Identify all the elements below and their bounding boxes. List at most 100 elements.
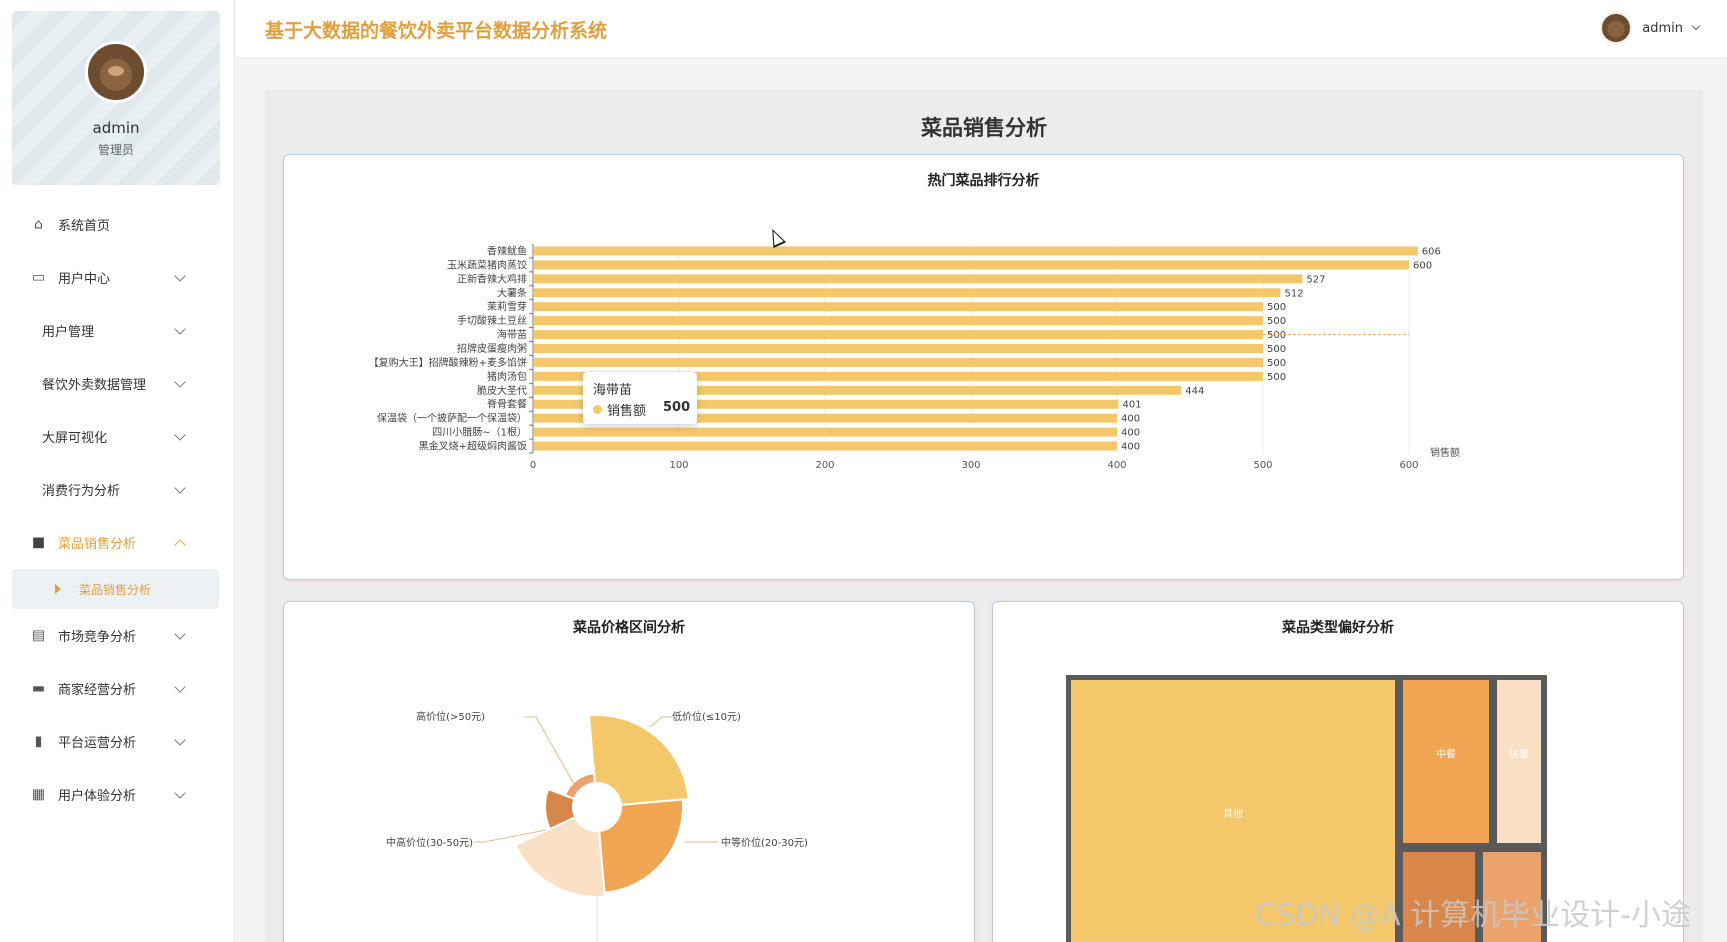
slice-label: 低价位(≤10元) [672, 710, 741, 723]
chevron-down-icon [174, 428, 186, 441]
chevron-down-icon [174, 680, 186, 693]
pie-slice [587, 714, 690, 806]
bar [534, 344, 1263, 353]
y-tick-label: 大薯条 [497, 286, 527, 299]
sidebar-item-platform[interactable]: ▮ 平台运营分析 [0, 715, 235, 768]
data-label: 444 [1185, 386, 1204, 397]
treemap-label: 中餐 [1436, 748, 1456, 761]
data-label: 500 [1267, 344, 1286, 355]
watermark: CSDN @A 计算机毕业设计-小途 [1255, 898, 1691, 933]
y-tick-label: 脆皮大圣代 [477, 384, 527, 397]
app-title: 基于大数据的餐饮外卖平台数据分析系统 [265, 20, 608, 42]
sidebar-item-data-management[interactable]: 餐饮外卖数据管理 [0, 357, 235, 410]
avatar[interactable] [1600, 12, 1633, 44]
y-tick-label: 玉米蔬菜猪肉蒸饺 [447, 258, 527, 271]
caret-right-icon [55, 584, 61, 594]
x-tick-label: 300 [961, 460, 980, 471]
x-tick-label: 100 [669, 460, 688, 471]
x-tick-label: 0 [530, 460, 536, 471]
label-leader-line [649, 716, 672, 728]
bar [534, 316, 1263, 326]
grid-icon: ▦ [31, 786, 46, 803]
sidebar-item-label: 系统首页 [58, 219, 111, 234]
chevron-down-icon [1691, 21, 1701, 31]
y-tick-label: 招牌皮蛋瘦肉粥 [457, 342, 527, 355]
treemap-label: 快餐 [1509, 748, 1529, 761]
data-label: 400 [1121, 414, 1140, 425]
sidebar-item-label: 市场竞争分析 [58, 630, 137, 645]
sidebar-item-big-screen[interactable]: 大屏可视化 [0, 410, 235, 463]
sidebar-item-label: 用户中心 [58, 272, 111, 287]
sidebar-item-home[interactable]: ⌂ 系统首页 [0, 198, 235, 251]
y-tick-label: 正新香辣大鸡排 [457, 272, 527, 285]
data-label: 400 [1121, 442, 1140, 453]
card-icon: ▭ [31, 269, 46, 286]
bar [534, 260, 1409, 270]
data-label: 500 [1267, 358, 1286, 369]
avatar[interactable] [85, 41, 147, 103]
data-label: 527 [1306, 274, 1325, 285]
bar [534, 288, 1281, 298]
bag-icon: ■ [31, 534, 46, 551]
chevron-down-icon [174, 627, 186, 640]
data-label: 512 [1285, 288, 1304, 299]
tooltip-series: 销售额 [607, 404, 647, 419]
sidebar-item-market[interactable]: ▤ 市场竞争分析 [0, 609, 235, 662]
sidebar-menu: ⌂ 系统首页 ▭ 用户中心 用户管理 餐饮外卖数据管理 大屏可视化 消费行为分析… [0, 198, 235, 821]
slice-label: 中高价位(30-50元) [386, 836, 473, 849]
chart-tooltip: 海带苗 销售额 500 [583, 372, 697, 424]
page-title: 菜品销售分析 [921, 116, 1047, 140]
sidebar-item-dish-sales[interactable]: ■ 菜品销售分析 [0, 516, 235, 569]
pie-slice [514, 815, 606, 898]
y-tick-label: 四川小腊肠~（1根） [432, 426, 527, 439]
sidebar-item-label: 用户体验分析 [58, 789, 137, 804]
sidebar-item-label: 消费行为分析 [42, 484, 121, 499]
data-label: 400 [1121, 428, 1140, 439]
data-label: 500 [1267, 302, 1286, 313]
sidebar-item-user-center[interactable]: ▭ 用户中心 [0, 251, 235, 304]
user-menu[interactable]: admin [1600, 12, 1701, 44]
treemap-cell [1497, 680, 1541, 843]
user-name[interactable]: admin [1642, 21, 1683, 36]
bar [534, 274, 1303, 284]
chevron-down-icon [174, 786, 186, 799]
y-tick-label: 猪肉汤包 [487, 370, 527, 383]
treemap-cell [1403, 680, 1489, 843]
sidebar-item-label: 用户管理 [42, 325, 95, 340]
bar-chart-icon: ▮ [34, 733, 43, 750]
profile-card: admin 管理员 [12, 11, 220, 185]
data-label: 500 [1267, 330, 1286, 341]
sidebar-item-label: 商家经营分析 [58, 683, 137, 698]
y-tick-label: 手切酸辣土豆丝 [457, 314, 527, 327]
bar [534, 441, 1117, 451]
bar [534, 357, 1263, 367]
x-axis-label: 销售额 [1430, 446, 1460, 459]
bar [534, 246, 1418, 256]
bar [534, 427, 1117, 437]
x-tick-label: 500 [1253, 460, 1272, 471]
slice-label: 中等价位(20-30元) [721, 836, 808, 849]
y-tick-label: 黑金叉烧+超级焖肉酱饭 [419, 440, 527, 453]
x-tick-label: 200 [815, 460, 834, 471]
sidebar-item-user-management[interactable]: 用户管理 [0, 304, 235, 357]
sidebar-subitem-dish-sales[interactable]: 菜品销售分析 [12, 569, 219, 609]
chevron-down-icon [174, 375, 186, 388]
data-label: 500 [1267, 316, 1286, 327]
sidebar-item-label: 菜品销售分析 [58, 537, 137, 552]
data-label: 600 [1413, 260, 1432, 271]
treemap-label: 其他 [1223, 807, 1243, 820]
home-icon: ⌂ [34, 216, 43, 233]
sidebar-item-merchant[interactable]: ▬ 商家经营分析 [0, 662, 235, 715]
sidebar-item-experience[interactable]: ▦ 用户体验分析 [0, 768, 235, 821]
sidebar-item-consumption[interactable]: 消费行为分析 [0, 463, 235, 516]
data-label: 500 [1267, 372, 1286, 383]
chevron-down-icon [174, 733, 186, 746]
legend-dot [593, 405, 602, 414]
slice-label: 高价位(>50元) [416, 710, 485, 723]
ranking-bar-chart[interactable]: 0 100 200 300 400 500 600 香辣鱿鱼 606 玉米蔬菜猪肉蒸饺 600 正新香… [284, 155, 1685, 581]
price-rose-chart[interactable]: 低价位(≤10元) 中等价位(20-30元) 中高价位(30-50元) 高价位(>50… [284, 602, 976, 942]
tooltip-title: 海带苗 [593, 383, 633, 398]
chevron-down-icon [174, 322, 186, 335]
y-tick-label: 香辣鱿鱼 [487, 244, 527, 257]
main-content: 菜品销售分析 热门菜品排行分析 0 100 200 300 400 500 600 香辣鱿鱼 6… [265, 90, 1703, 942]
